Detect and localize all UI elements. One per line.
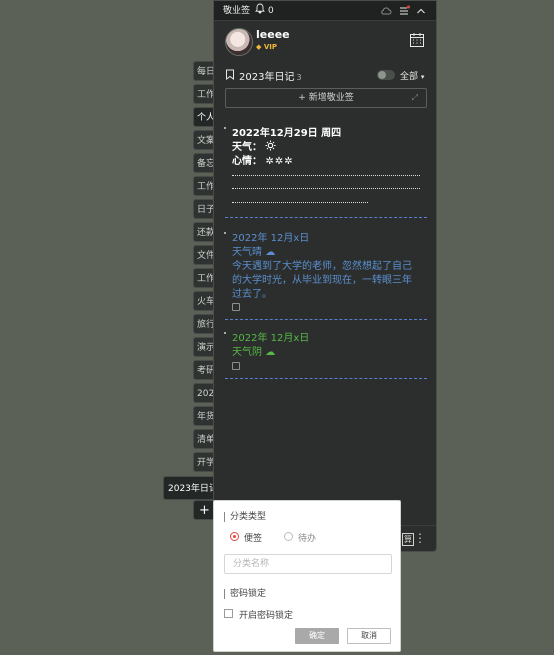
- password-lock-checkbox[interactable]: [224, 609, 233, 618]
- image-attachment-icon[interactable]: [232, 362, 240, 370]
- cloud-icon: ☁: [265, 347, 276, 358]
- radio-note-label[interactable]: 便签: [244, 531, 262, 544]
- note-body-line: 的大学时光，从毕业到现在，一转眼三年: [232, 275, 412, 286]
- note-weather: 天气晴 ☁: [232, 247, 276, 258]
- diamond-icon: ◆: [256, 43, 262, 51]
- lock-title: 密码锁定: [224, 589, 266, 599]
- note-weather: 天气：: [232, 138, 276, 153]
- sidebar-tab[interactable]: 开学: [193, 452, 215, 472]
- notebook-count: 3: [296, 73, 302, 82]
- vip-badge: ◆ VIP: [256, 43, 277, 51]
- radio-note[interactable]: [230, 532, 239, 541]
- note-body-line: 今天遇到了大学的老师，忽然想起了自己: [232, 261, 412, 272]
- filter-dropdown[interactable]: 全部 ▾: [400, 69, 424, 82]
- note-divider: [225, 378, 427, 379]
- more-options-icon[interactable]: ⋮: [414, 532, 426, 544]
- bell-icon[interactable]: [255, 1, 265, 21]
- sidebar-tab[interactable]: 火车: [193, 291, 215, 311]
- note-divider: [225, 319, 427, 320]
- category-type-title: 分类类型: [224, 512, 266, 522]
- sidebar-tab[interactable]: 文件: [193, 245, 215, 265]
- plus-icon: +: [298, 93, 306, 103]
- note-date: 2022年 12月x日: [232, 233, 310, 244]
- menu-icon[interactable]: [398, 5, 410, 17]
- profile-header: leeee ◆ VIP: [214, 21, 436, 61]
- note-mood: 心情： ✲✲✲: [232, 156, 294, 167]
- add-category-button[interactable]: +: [193, 500, 215, 520]
- cloud-sync-icon[interactable]: [380, 5, 392, 17]
- sun-icon: [265, 140, 276, 151]
- avatar[interactable]: [225, 28, 253, 56]
- radio-todo[interactable]: [284, 532, 293, 541]
- notification-count: 0: [268, 6, 274, 16]
- sidebar-tab[interactable]: 日子: [193, 199, 215, 219]
- note-divider: [225, 217, 427, 218]
- sidebar-tab[interactable]: 工作: [193, 268, 215, 288]
- sidebar-tab-active[interactable]: 2023年日记: [163, 476, 218, 500]
- sidebar-tab[interactable]: 工作: [193, 176, 215, 196]
- sidebar-tab[interactable]: 工作: [193, 84, 215, 104]
- notes-panel: 敬业签 0 leeee ◆ VIP 2023年日记 3 全部 ▾ + 新增敬业签 …: [213, 0, 437, 552]
- note-weather: 天气阴 ☁: [232, 347, 276, 358]
- bookmark-icon: [226, 69, 234, 80]
- sidebar-tab[interactable]: 还款: [193, 222, 215, 242]
- app-title: 敬业签: [223, 6, 251, 16]
- radio-todo-label[interactable]: 待办: [298, 531, 316, 544]
- password-lock-label[interactable]: 开启密码锁定: [239, 608, 293, 621]
- add-category-dialog: 分类类型 便签 待办 密码锁定 开启密码锁定 确定 取消: [213, 500, 401, 652]
- note-body-line: 过去了。: [232, 289, 272, 300]
- sidebar-tab[interactable]: 文案: [193, 130, 215, 150]
- collapse-icon[interactable]: [415, 5, 427, 17]
- sidebar-tab[interactable]: 清单: [193, 429, 215, 449]
- notebook-title: 2023年日记 3: [239, 72, 302, 83]
- note-date: 2022年12月29日 周四: [232, 128, 342, 139]
- sidebar-tab[interactable]: 旅行: [193, 314, 215, 334]
- username: leeee: [256, 28, 290, 41]
- image-attachment-icon[interactable]: [232, 303, 240, 311]
- notebook-header: 2023年日记 3 全部 ▾: [214, 65, 436, 85]
- view-toggle[interactable]: [377, 70, 395, 80]
- confirm-button[interactable]: 确定: [295, 628, 339, 644]
- note-date: 2022年 12月x日: [232, 333, 310, 344]
- title-bar: 敬业签 0: [214, 1, 436, 21]
- calculator-button[interactable]: 算: [402, 533, 414, 546]
- expand-icon[interactable]: ⤢: [412, 89, 418, 107]
- add-note-button[interactable]: + 新增敬业签 ⤢: [225, 88, 427, 108]
- sidebar-tab[interactable]: 年货: [193, 406, 215, 426]
- cancel-button[interactable]: 取消: [347, 628, 391, 644]
- sidebar-tab[interactable]: 个人: [193, 107, 215, 127]
- chevron-down-icon: ▾: [420, 73, 425, 81]
- sidebar-tab[interactable]: 2023: [193, 383, 215, 403]
- category-name-input[interactable]: [224, 554, 392, 574]
- sidebar-tab[interactable]: 每日: [193, 61, 215, 81]
- mood-icons: ✲✲✲: [265, 156, 294, 167]
- sidebar-tab[interactable]: 备忘: [193, 153, 215, 173]
- sidebar-tab[interactable]: 演示: [193, 337, 215, 357]
- sidebar-tab[interactable]: 考研: [193, 360, 215, 380]
- calendar-icon[interactable]: [409, 32, 425, 48]
